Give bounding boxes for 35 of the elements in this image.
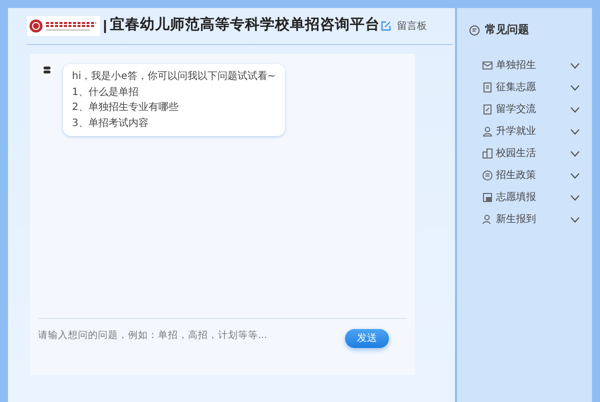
form-icon xyxy=(482,192,493,203)
faq-category-item[interactable]: 招生政策 xyxy=(469,164,580,186)
circle-list-icon xyxy=(482,170,493,181)
faq-category-item[interactable]: 升学就业 xyxy=(469,120,580,142)
robot-avatar-icon xyxy=(41,64,53,76)
document-icon xyxy=(482,82,493,93)
person-icon xyxy=(482,126,493,137)
chevron-icon xyxy=(570,84,580,90)
building-icon xyxy=(482,148,493,159)
message-line: 2、单独招生专业有哪些 xyxy=(72,100,180,115)
chevron-icon xyxy=(570,194,580,200)
message-board-link[interactable]: 留言板 xyxy=(381,18,427,34)
document-icon xyxy=(482,104,493,115)
chevron-icon xyxy=(570,172,580,178)
faq-category-item[interactable]: 留学交流 xyxy=(469,98,580,120)
chevron-icon xyxy=(570,216,580,222)
faq-category-item[interactable]: 单独招生 xyxy=(469,54,580,76)
faq-category-item[interactable]: 征集志愿 xyxy=(469,76,580,98)
chevron-icon xyxy=(570,128,580,134)
person-icon xyxy=(482,214,493,225)
question-input-field[interactable]: 请输入想问的问题，例如：单招，高招，计划等等... xyxy=(38,329,345,344)
chevron-icon xyxy=(570,106,580,112)
message-line: 3、单招考试内容 xyxy=(72,116,150,130)
edit-icon xyxy=(381,21,391,31)
chevron-icon xyxy=(570,150,580,156)
chevron-icon xyxy=(570,62,580,68)
faq-category-item[interactable]: 新生报到 xyxy=(469,208,580,230)
page-title: 宜春幼儿师范高等专科学校单招咨询平台 xyxy=(110,15,380,36)
sidebar-title: 常见问题 xyxy=(485,22,529,38)
chat-bubble-icon xyxy=(469,24,480,36)
envelope-icon xyxy=(482,60,493,71)
message-line: hi，我是小e答，你可以问我以下问题试试看~ xyxy=(72,70,276,84)
message-line: 1、什么是单招 xyxy=(72,86,140,100)
faq-category-item[interactable]: 校园生活 xyxy=(469,142,580,164)
faq-category-item[interactable]: 志愿填报 xyxy=(469,186,580,208)
